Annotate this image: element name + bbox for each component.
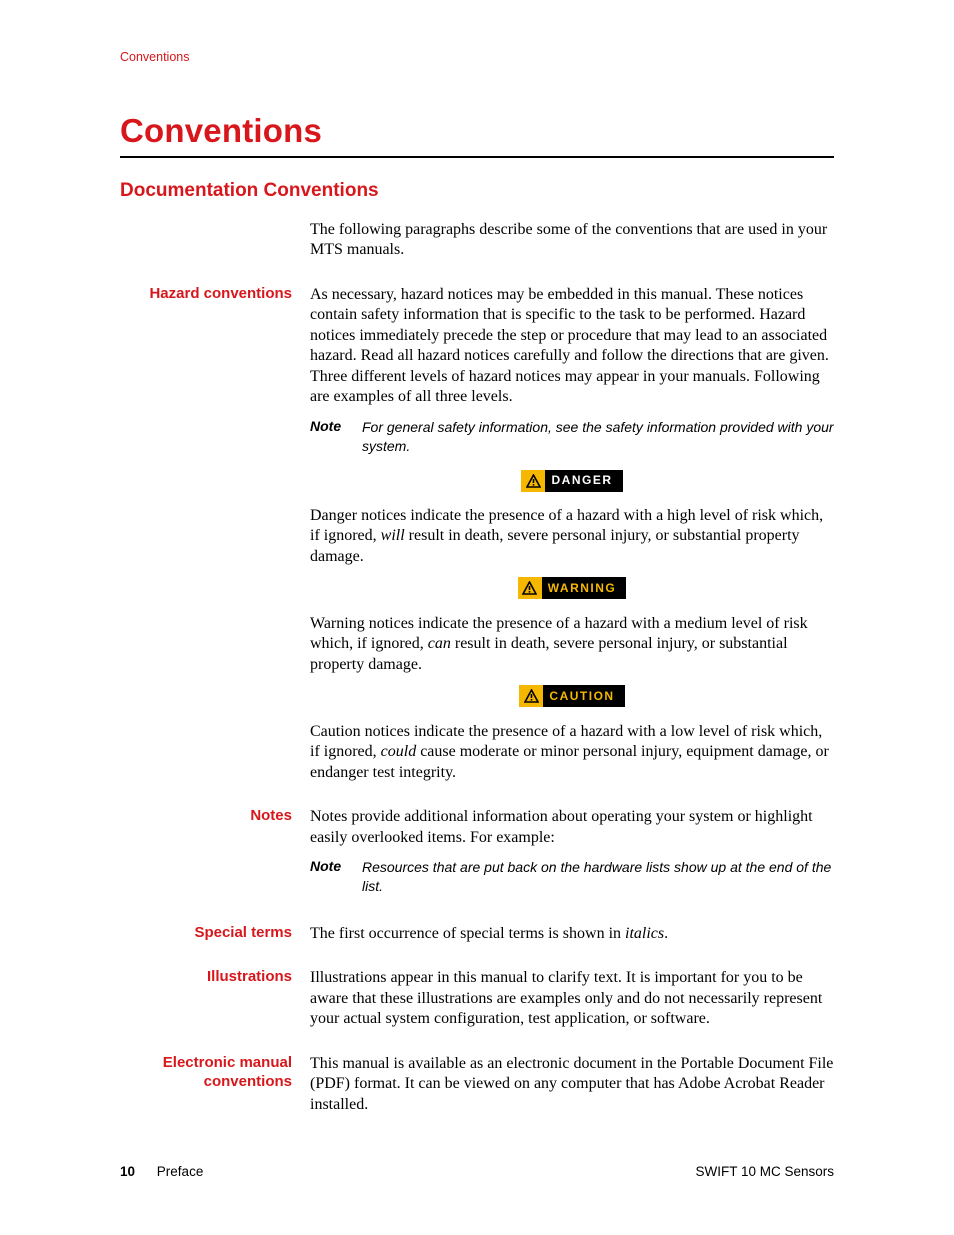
warning-badge: WARNING xyxy=(518,577,627,599)
illustrations-row: Illustrations Illustrations appear in th… xyxy=(120,968,834,1039)
emanual-label: Electronic manual conventions xyxy=(163,1054,292,1090)
warning-badge-label: WARNING xyxy=(542,577,627,599)
footer-section: Preface xyxy=(157,1164,204,1179)
illustrations-label: Illustrations xyxy=(207,968,292,985)
danger-text: Danger notices indicate the presence of … xyxy=(310,506,834,567)
emanual-text: This manual is available as an electroni… xyxy=(310,1054,834,1115)
hazard-row: Hazard conventions As necessary, hazard … xyxy=(120,285,834,793)
hazard-label: Hazard conventions xyxy=(149,285,292,302)
warning-triangle-icon xyxy=(521,470,545,492)
intro-row: The following paragraphs describe some o… xyxy=(120,220,834,271)
hazard-note: Note For general safety information, see… xyxy=(310,418,834,456)
notes-text: Notes provide additional information abo… xyxy=(310,807,834,848)
footer-doc-title: SWIFT 10 MC Sensors xyxy=(695,1164,834,1179)
note-text: Resources that are put back on the hardw… xyxy=(362,858,834,896)
special-terms-row: Special terms The first occurrence of sp… xyxy=(120,924,834,954)
danger-badge-label: DANGER xyxy=(545,470,622,492)
warning-triangle-icon xyxy=(519,685,543,707)
footer-left: 10 Preface xyxy=(120,1164,203,1179)
illustrations-text: Illustrations appear in this manual to c… xyxy=(310,968,834,1029)
notes-row: Notes Notes provide additional informati… xyxy=(120,807,834,910)
note-text: For general safety information, see the … xyxy=(362,418,834,456)
intro-text: The following paragraphs describe some o… xyxy=(310,220,834,261)
special-terms-text: The first occurrence of special terms is… xyxy=(310,924,834,944)
notes-label: Notes xyxy=(250,807,292,824)
emanual-row: Electronic manual conventions This manua… xyxy=(120,1054,834,1125)
chapter-title: Conventions xyxy=(120,112,834,150)
hazard-text: As necessary, hazard notices may be embe… xyxy=(310,285,834,408)
note-label: Note xyxy=(310,858,362,896)
warning-text: Warning notices indicate the presence of… xyxy=(310,614,834,675)
running-header: Conventions xyxy=(120,50,834,64)
divider xyxy=(120,156,834,158)
caution-badge-label: CAUTION xyxy=(543,685,624,707)
warning-triangle-icon xyxy=(518,577,542,599)
page-footer: 10 Preface SWIFT 10 MC Sensors xyxy=(120,1164,834,1179)
special-terms-label: Special terms xyxy=(194,924,292,941)
section-title: Documentation Conventions xyxy=(120,180,834,202)
caution-text: Caution notices indicate the presence of… xyxy=(310,722,834,783)
danger-badge: DANGER xyxy=(521,470,622,492)
caution-badge: CAUTION xyxy=(519,685,624,707)
manual-page: Conventions Conventions Documentation Co… xyxy=(0,0,954,1235)
page-number: 10 xyxy=(120,1164,135,1179)
notes-example: Note Resources that are put back on the … xyxy=(310,858,834,896)
note-label: Note xyxy=(310,418,362,456)
